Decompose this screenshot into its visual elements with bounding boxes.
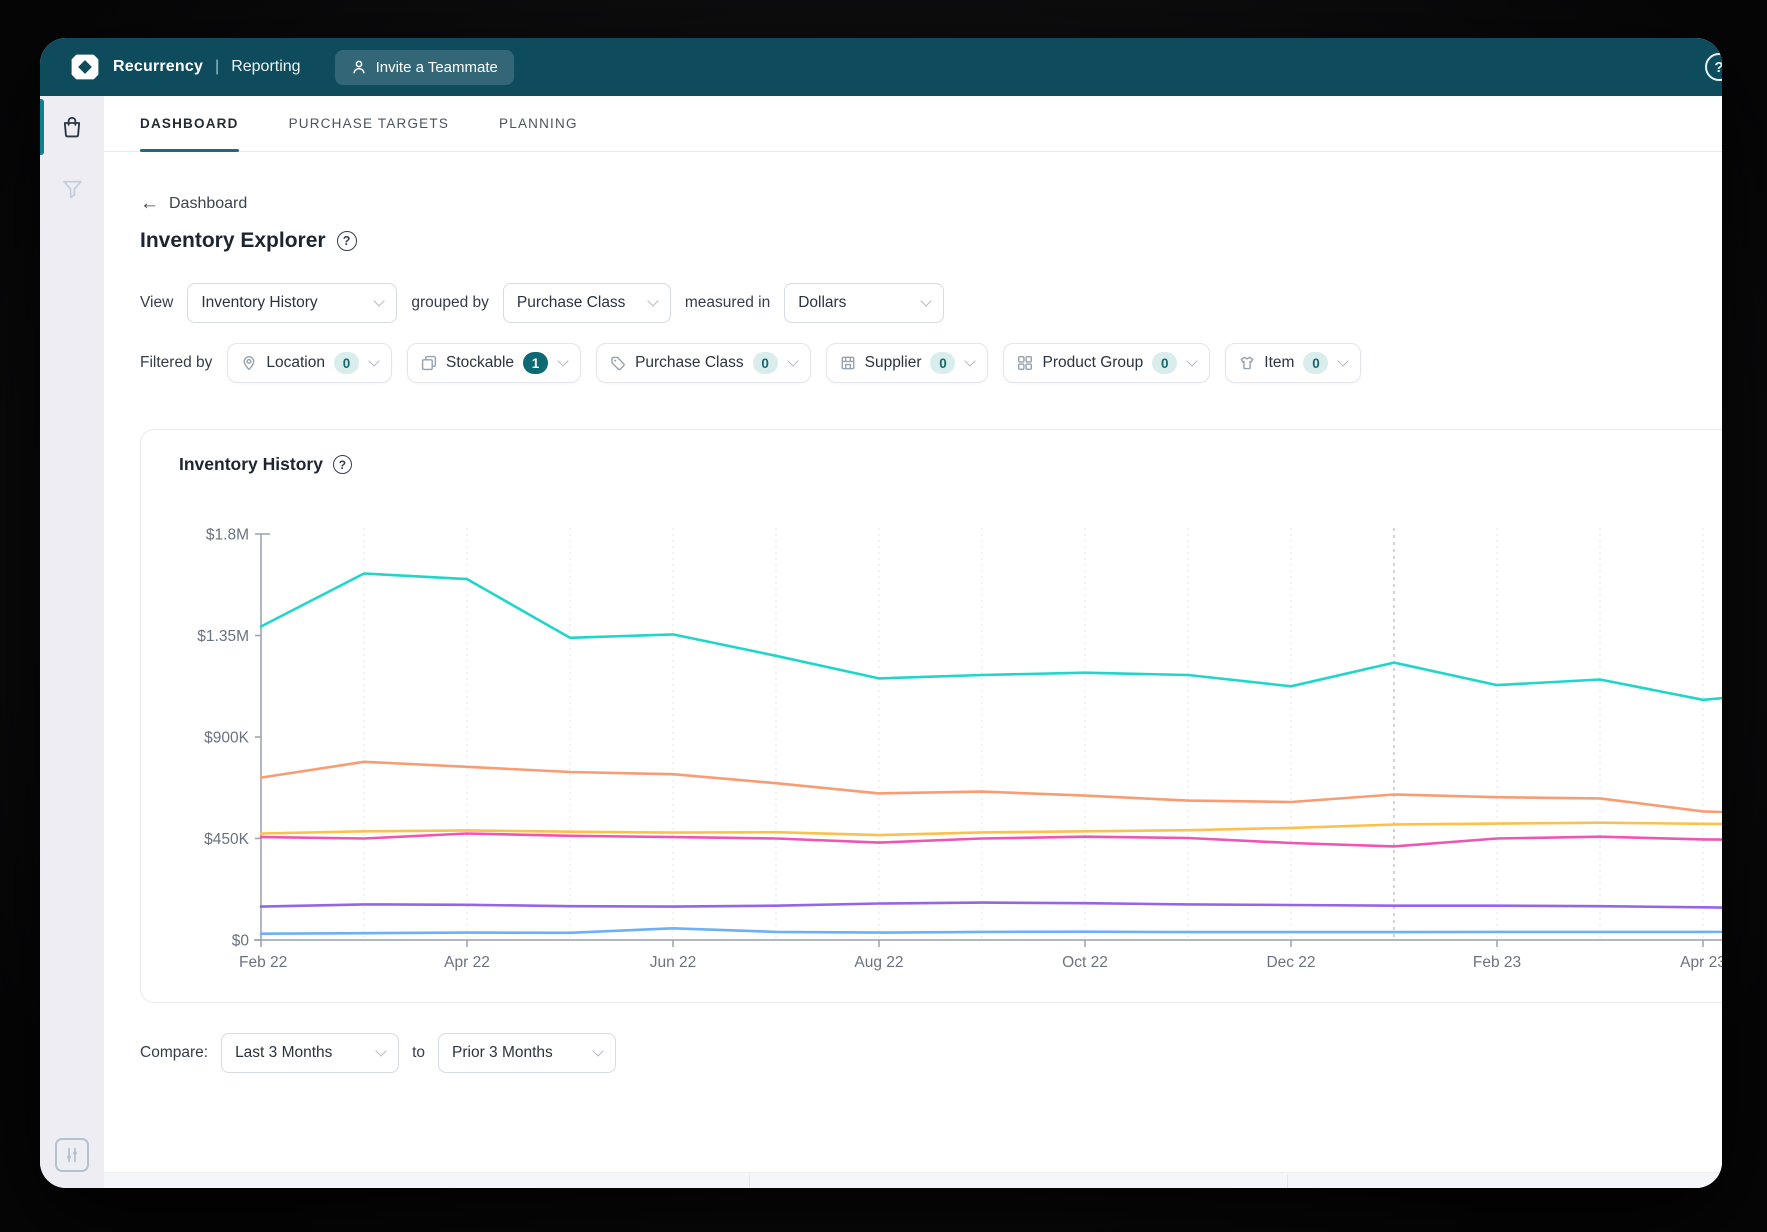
sidebar-item-purchasing[interactable] <box>40 96 104 158</box>
svg-text:Feb 22: Feb 22 <box>239 954 287 971</box>
sidebar-item-filters[interactable] <box>40 158 104 220</box>
svg-text:$1.35M: $1.35M <box>197 628 249 645</box>
tag-icon <box>611 356 625 371</box>
storefront-icon <box>841 356 855 370</box>
svg-text:Oct 22: Oct 22 <box>1062 954 1108 971</box>
sidebar-bottom <box>40 1138 104 1172</box>
svg-text:Apr 22: Apr 22 <box>444 954 490 971</box>
chevron-down-icon <box>964 355 977 367</box>
grouped-by-select[interactable]: Purchase Class <box>502 283 671 323</box>
chevron-down-icon <box>920 295 932 307</box>
svg-text:$900K: $900K <box>204 729 249 746</box>
chevron-down-icon <box>375 1045 387 1057</box>
measured-in-select[interactable]: Dollars <box>784 283 945 323</box>
back-arrow-icon: ← <box>140 193 159 214</box>
column-divider <box>749 1175 750 1188</box>
svg-text:Dec 22: Dec 22 <box>1266 954 1315 971</box>
filter-chip-item[interactable]: Item 0 <box>1225 343 1362 383</box>
person-icon <box>352 60 365 74</box>
filter-count-badge: 0 <box>752 352 778 374</box>
chevron-down-icon <box>368 355 380 367</box>
back-link[interactable]: ← Dashboard <box>140 194 247 213</box>
page-help-icon[interactable]: ? <box>336 231 357 251</box>
section-name: Reporting <box>231 58 301 75</box>
page-title: Inventory Explorer <box>140 229 326 252</box>
chevron-down-icon <box>373 295 385 307</box>
top-navigation-bar: Recurrency | Reporting Invite a Teammate… <box>40 38 1722 96</box>
svg-text:Feb 23: Feb 23 <box>1473 954 1521 971</box>
tab-purchase-targets[interactable]: PURCHASE TARGETS <box>289 96 449 151</box>
page-title-row: Inventory Explorer ? <box>140 229 1722 253</box>
filter-count-badge: 0 <box>333 352 359 374</box>
compare-to-select[interactable]: Prior 3 Months <box>438 1033 616 1073</box>
view-select[interactable]: Inventory History <box>187 283 398 323</box>
filter-chip-product-group[interactable]: Product Group 0 <box>1003 343 1211 383</box>
table-header-strip <box>104 1172 1722 1188</box>
card-title: Inventory History <box>179 454 323 474</box>
filter-row: Filtered by Location 0 Stockable 1 Purch… <box>140 343 1722 383</box>
view-label: View <box>140 294 174 311</box>
filter-count-badge: 1 <box>523 352 549 374</box>
brand-divider: | <box>215 58 220 75</box>
tab-dashboard[interactable]: DASHBOARD <box>140 96 239 152</box>
inventory-history-card: Inventory History ? $0 $450K $900K $1.35M $1… <box>140 429 1722 1003</box>
left-sidebar <box>40 96 104 1188</box>
view-controls-row: View Inventory History grouped by Purcha… <box>140 283 1722 323</box>
help-bubble-icon[interactable]: ? <box>1705 53 1722 81</box>
compare-row: Compare: Last 3 Months to Prior 3 Months <box>140 1033 1722 1073</box>
screenshot-stage: Recurrency | Reporting Invite a Teammate… <box>0 0 1767 1232</box>
filter-chip-location[interactable]: Location 0 <box>227 343 392 383</box>
sliders-icon <box>67 1147 77 1163</box>
tab-bar: DASHBOARD PURCHASE TARGETS PLANNING <box>104 96 1722 152</box>
compare-label: Compare: <box>140 1044 209 1061</box>
svg-text:$450K: $450K <box>204 831 249 848</box>
card-help-icon[interactable]: ? <box>332 455 352 474</box>
svg-text:$1.8M: $1.8M <box>206 526 249 543</box>
brand-name: Recurrency <box>113 58 204 75</box>
filter-count-badge: 0 <box>1303 352 1329 374</box>
chevron-down-icon <box>647 295 659 307</box>
page-content: ← Dashboard Inventory Explorer ? View In… <box>104 194 1722 1073</box>
inventory-history-chart[interactable]: $0 $450K $900K $1.35M $1.8M Feb 22 Apr 22 Jun 2… <box>141 492 1722 1002</box>
invite-teammate-label: Invite a Teammate <box>375 58 498 76</box>
adjustments-button[interactable] <box>55 1138 89 1172</box>
filter-chip-supplier[interactable]: Supplier 0 <box>825 343 989 383</box>
location-pin-icon <box>243 356 255 371</box>
shirt-icon <box>1240 356 1254 370</box>
chevron-down-icon <box>557 355 569 367</box>
filter-chip-purchase-class[interactable]: Purchase Class 0 <box>596 343 811 383</box>
svg-text:Aug 22: Aug 22 <box>854 954 903 971</box>
svg-text:$0: $0 <box>232 932 250 949</box>
svg-text:Apr 23: Apr 23 <box>1680 954 1722 971</box>
filter-count-badge: 0 <box>1152 352 1178 374</box>
grouped-by-label: grouped by <box>411 294 489 311</box>
filter-count-badge: 0 <box>930 352 956 374</box>
svg-text:Jun 22: Jun 22 <box>650 954 697 971</box>
chevron-down-icon <box>592 1045 604 1057</box>
tab-planning[interactable]: PLANNING <box>499 96 578 151</box>
grid-icon <box>1018 356 1033 371</box>
chevron-down-icon <box>786 355 799 367</box>
card-title-row: Inventory History ? <box>141 430 1722 475</box>
funnel-icon <box>62 180 82 198</box>
measured-in-label: measured in <box>684 294 771 311</box>
shopping-bag-icon <box>63 116 81 138</box>
filtered-by-label: Filtered by <box>140 354 213 371</box>
recurrency-logo-icon <box>71 54 99 80</box>
box-icon <box>421 355 437 371</box>
compare-to-label: to <box>412 1044 425 1061</box>
filter-chip-stockable[interactable]: Stockable 1 <box>406 343 582 383</box>
main-area: DASHBOARD PURCHASE TARGETS PLANNING ← Da… <box>104 96 1722 1188</box>
chevron-down-icon <box>1337 355 1350 367</box>
back-link-label: Dashboard <box>169 194 248 212</box>
invite-teammate-button[interactable]: Invite a Teammate <box>334 49 514 85</box>
chevron-down-icon <box>1186 355 1198 367</box>
column-divider <box>1287 1175 1288 1188</box>
app-window: Recurrency | Reporting Invite a Teammate… <box>40 38 1722 1188</box>
compare-from-select[interactable]: Last 3 Months <box>221 1033 400 1073</box>
